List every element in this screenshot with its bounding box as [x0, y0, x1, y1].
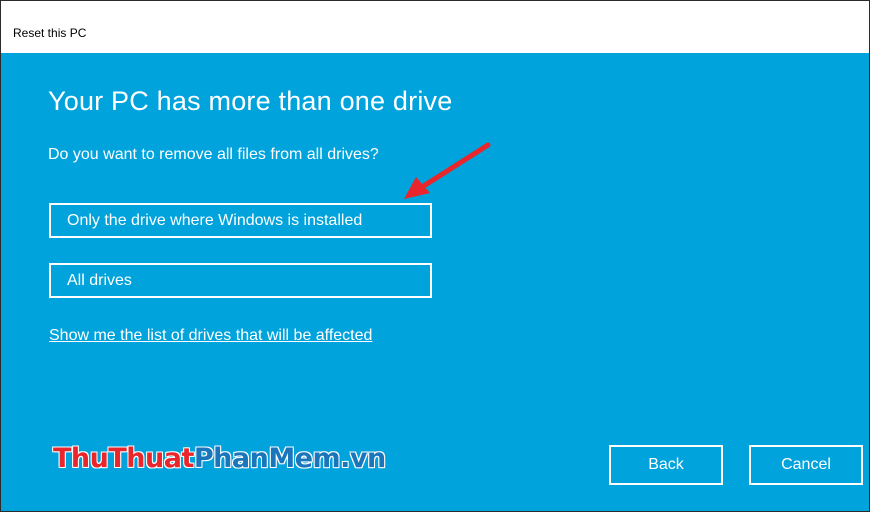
- red-arrow-annotation: [404, 142, 491, 199]
- watermark-logo: ThuThuatPhanMem.vn: [53, 443, 386, 474]
- only-windows-drive-button[interactable]: Only the drive where Windows is installe…: [49, 203, 432, 238]
- cancel-button[interactable]: Cancel: [749, 445, 863, 485]
- show-drives-list-link[interactable]: Show me the list of drives that will be …: [49, 327, 372, 345]
- watermark-part-3: PhanMem.vn: [193, 443, 386, 474]
- dialog-content: Your PC has more than one drive Do you w…: [1, 53, 869, 511]
- watermark-part-2: Thuat: [108, 443, 194, 474]
- back-button[interactable]: Back: [609, 445, 723, 485]
- window-title: Reset this PC: [13, 26, 87, 40]
- reset-pc-window: Reset this PC Your PC has more than one …: [0, 0, 870, 512]
- page-title: Your PC has more than one drive: [48, 86, 453, 116]
- question-text: Do you want to remove all files from all…: [48, 146, 379, 163]
- watermark-part-1: Thu: [53, 443, 109, 474]
- all-drives-button[interactable]: All drives: [49, 263, 432, 298]
- title-bar: Reset this PC: [1, 1, 869, 53]
